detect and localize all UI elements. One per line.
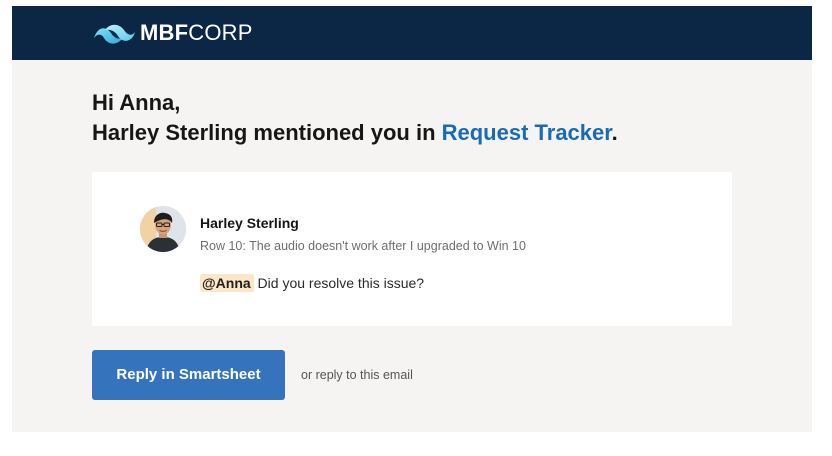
avatar-image <box>140 206 186 252</box>
sheet-link[interactable]: Request Tracker <box>442 120 612 145</box>
reply-by-email-text: or reply to this email <box>301 368 413 382</box>
brand-logo: MBF CORP <box>92 20 253 46</box>
user-avatar <box>140 206 186 252</box>
mention-tag: @Anna <box>200 274 254 292</box>
mention-line: Harley Sterling mentioned you in Request… <box>92 118 792 148</box>
row-reference: Row 10: The audio doesn't work after I u… <box>200 239 526 253</box>
comment-author: Harley Sterling <box>200 215 299 231</box>
comment-text: Did you resolve this issue? <box>253 275 425 291</box>
email-header: MBF CORP <box>12 6 812 60</box>
greeting-line: Hi Anna, <box>92 90 181 115</box>
wave-logo-icon <box>94 24 135 44</box>
reply-in-smartsheet-button[interactable]: Reply in Smartsheet <box>92 350 285 400</box>
logo-text-light: CORP <box>188 20 253 45</box>
email-container: MBF CORP Hi Anna, Harley Sterling mention… <box>12 6 812 432</box>
comment-body: @Anna Did you resolve this issue? <box>200 273 424 293</box>
headline-period: . <box>611 120 618 145</box>
comment-card: Harley Sterling Row 10: The audio doesn'… <box>92 172 732 326</box>
mention-text: Harley Sterling mentioned you in <box>92 120 442 145</box>
notification-headline: Hi Anna, Harley Sterling mentioned you i… <box>92 88 792 148</box>
logo-text-bold: MBF <box>140 20 189 45</box>
